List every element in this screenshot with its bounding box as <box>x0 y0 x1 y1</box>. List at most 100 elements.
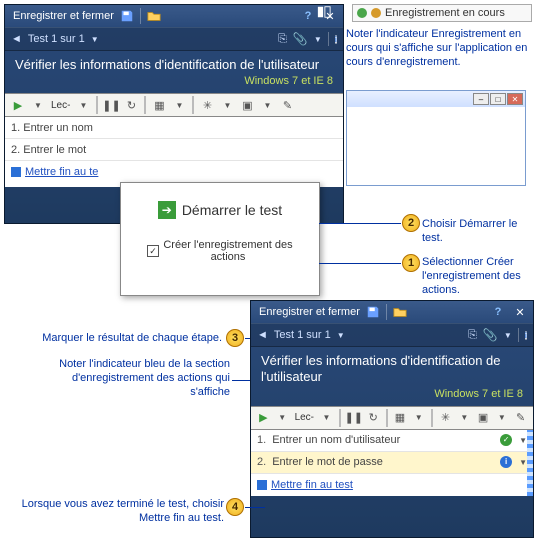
minimize-icon[interactable]: – <box>473 93 489 105</box>
titlebar: Enregistrer et fermer ? ✕ <box>251 301 533 323</box>
start-test-button[interactable]: ➔ Démarrer le test <box>121 201 319 219</box>
pin-icon[interactable]: ⎘ <box>278 33 287 46</box>
environment-label: Windows 7 et IE 8 <box>261 388 523 400</box>
layout-icon[interactable] <box>315 4 333 20</box>
connector <box>319 263 401 264</box>
step-row[interactable]: 2. Entrer le mot de passe i ▼ <box>251 452 533 474</box>
folder-icon[interactable] <box>391 304 409 320</box>
end-test-link[interactable]: Mettre fin au test <box>251 474 533 496</box>
play-icon[interactable]: ▶ <box>255 409 272 427</box>
start-test-popup: ➔ Démarrer le test ✓ Créer l'enregistrem… <box>120 182 320 296</box>
stop-icon <box>257 480 267 490</box>
lec-dropdown[interactable]: ▼ <box>318 409 335 427</box>
test-header: Vérifier les informations d'identificati… <box>251 347 533 406</box>
play-dropdown[interactable]: ▼ <box>29 96 47 114</box>
next-icon[interactable]: ▼ <box>337 331 345 340</box>
active-icon[interactable]: i <box>499 455 513 469</box>
test-counter: Test 1 sur 1 <box>28 33 85 45</box>
info-icon[interactable]: i <box>335 33 337 46</box>
callout-1: Sélectionner Créer l'enregistrement des … <box>422 256 536 297</box>
arrow-right-icon: ➔ <box>158 201 176 219</box>
step-text: 2. Entrer le mot <box>11 144 337 156</box>
bug-icon[interactable]: ✳ <box>437 409 454 427</box>
end-test-link[interactable]: Mettre fin au te <box>5 161 343 183</box>
next-icon[interactable]: ▼ <box>91 35 99 44</box>
test-nav-bar: ◄ Test 1 sur 1 ▼ ⎘ 📎 ▼ i <box>5 27 343 51</box>
redo-icon[interactable]: ↻ <box>365 409 382 427</box>
callout-bubble-4: 4 <box>226 498 244 516</box>
connector <box>232 380 250 381</box>
steps-list: 1. Entrer un nom 2. Entrer le mot Mettre… <box>5 117 343 187</box>
step-number: 1. <box>257 434 266 446</box>
callout-4: Lorsque vous avez terminé le test, chois… <box>20 498 224 526</box>
sample-app-window: – □ ✕ <box>346 90 526 186</box>
test-title: Vérifier les informations d'identificati… <box>261 353 523 386</box>
help-icon[interactable]: ? <box>489 304 507 320</box>
prev-icon[interactable]: ◄ <box>257 329 268 341</box>
camera-dropdown[interactable]: ▼ <box>258 96 276 114</box>
start-test-label: Démarrer le test <box>182 202 282 218</box>
close-icon[interactable]: ✕ <box>511 304 529 320</box>
folder-icon[interactable] <box>145 8 163 24</box>
callout-recording: Noter l'indicateur Enregistrement en cou… <box>346 28 532 69</box>
attach-icon[interactable]: 📎 <box>483 328 498 342</box>
close-icon[interactable]: ✕ <box>507 93 523 105</box>
separator <box>192 96 194 114</box>
bug-icon[interactable]: ✳ <box>198 96 216 114</box>
separator <box>144 96 146 114</box>
recording-banner: Enregistrement en cours <box>352 4 532 22</box>
prev-icon[interactable]: ◄ <box>11 33 22 45</box>
camera-icon[interactable]: ▣ <box>238 96 256 114</box>
separator <box>518 328 519 342</box>
test-title: Vérifier les informations d'identificati… <box>15 57 333 73</box>
step-row[interactable]: 2. Entrer le mot <box>5 139 343 161</box>
titlebar: Enregistrer et fermer ? ✕ <box>5 5 343 27</box>
attach-icon[interactable]: 📎 <box>293 32 308 46</box>
save-close-label[interactable]: Enregistrer et fermer <box>259 306 360 318</box>
step-number: 2. <box>257 456 266 468</box>
separator <box>386 304 387 320</box>
grid-dropdown[interactable]: ▼ <box>410 409 427 427</box>
note-icon[interactable]: ✎ <box>278 96 296 114</box>
separator <box>339 409 341 427</box>
grid-dropdown[interactable]: ▼ <box>170 96 188 114</box>
disk-icon[interactable] <box>118 8 136 24</box>
note-icon[interactable]: ✎ <box>512 409 529 427</box>
play-icon[interactable]: ▶ <box>9 96 27 114</box>
pause-icon[interactable]: ❚❚ <box>345 409 363 427</box>
create-recording-checkbox[interactable]: ✓ Créer l'enregistrement des actions <box>121 239 319 263</box>
separator <box>386 409 388 427</box>
grid-icon[interactable]: ▦ <box>150 96 168 114</box>
status-dropdown[interactable]: ▼ <box>519 458 527 467</box>
step-row[interactable]: 1. Entrer un nom <box>5 117 343 139</box>
bug-dropdown[interactable]: ▼ <box>218 96 236 114</box>
status-dropdown[interactable]: ▼ <box>519 436 527 445</box>
maximize-icon[interactable]: □ <box>490 93 506 105</box>
redo-icon[interactable]: ↻ <box>122 96 140 114</box>
bug-dropdown[interactable]: ▼ <box>456 409 473 427</box>
connector <box>245 507 265 508</box>
step-row[interactable]: 1. Entrer un nom d'utilisateur ✓ ▼ <box>251 430 533 452</box>
lec-dropdown[interactable]: ▼ <box>74 96 92 114</box>
disk-icon[interactable] <box>364 304 382 320</box>
step-text: Entrer le mot de passe <box>272 456 493 468</box>
stop-icon <box>11 167 21 177</box>
chevron-down-icon[interactable]: ▼ <box>504 331 512 340</box>
chevron-down-icon[interactable]: ▼ <box>314 35 322 44</box>
camera-dropdown[interactable]: ▼ <box>493 409 510 427</box>
save-close-label[interactable]: Enregistrer et fermer <box>13 10 114 22</box>
pause-icon[interactable]: ❚❚ <box>102 96 120 114</box>
step-text: Entrer un nom d'utilisateur <box>272 434 493 446</box>
test-runner-panel-2: Enregistrer et fermer ? ✕ ◄ Test 1 sur 1… <box>250 300 534 538</box>
info-icon[interactable]: i <box>525 329 527 342</box>
callout-3: Marquer le résultat de chaque étape. <box>4 332 222 346</box>
window-titlebar: – □ ✕ <box>347 91 525 107</box>
pin-icon[interactable]: ⎘ <box>468 329 477 342</box>
checkbox-label: Créer l'enregistrement des actions <box>163 239 293 263</box>
grid-icon[interactable]: ▦ <box>392 409 409 427</box>
camera-icon[interactable]: ▣ <box>475 409 492 427</box>
pass-icon[interactable]: ✓ <box>499 433 513 447</box>
play-dropdown[interactable]: ▼ <box>274 409 291 427</box>
lec-label: Lec- <box>49 100 72 111</box>
separator <box>431 409 433 427</box>
